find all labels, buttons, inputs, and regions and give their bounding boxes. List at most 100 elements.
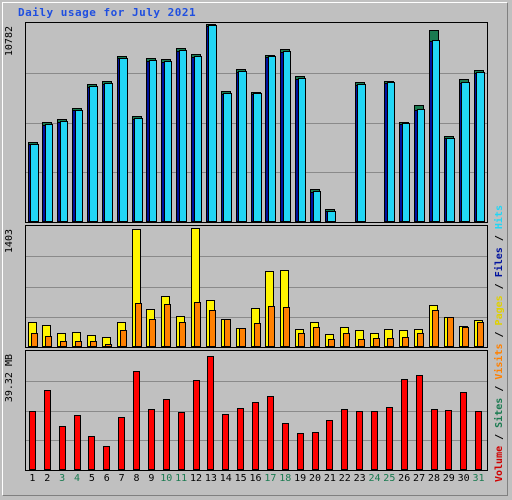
bar-group-day-20 bbox=[309, 23, 324, 222]
bar-group-day-6 bbox=[100, 351, 115, 470]
bar-group-day-1 bbox=[26, 351, 41, 470]
bar-group-day-5 bbox=[85, 226, 100, 347]
bar-group-day-28 bbox=[428, 226, 443, 347]
bar-group-day-27 bbox=[413, 23, 428, 222]
bar-group-day-18 bbox=[279, 226, 294, 347]
legend-item-hits: Hits bbox=[494, 205, 505, 230]
bar-volume-day-16 bbox=[252, 402, 260, 470]
bar-volume-day-25 bbox=[385, 407, 393, 470]
x-axis-day-22: 22 bbox=[338, 473, 351, 484]
legend-item-files: Files bbox=[494, 247, 505, 278]
x-axis-day-14: 14 bbox=[219, 473, 232, 484]
bar-volume-day-3 bbox=[58, 426, 66, 470]
bar-group-day-14 bbox=[219, 226, 234, 347]
bar-hits-day-9 bbox=[148, 60, 158, 222]
bar-group-day-7 bbox=[115, 351, 130, 470]
bar-group-day-12 bbox=[190, 351, 205, 470]
bar-group-day-14 bbox=[219, 23, 234, 222]
bar-group-day-8 bbox=[130, 351, 145, 470]
bar-visits-day-26 bbox=[402, 337, 410, 347]
bar-group-day-4 bbox=[71, 226, 86, 347]
x-axis-day-7: 7 bbox=[118, 473, 125, 484]
legend-item-pages: Pages bbox=[494, 295, 505, 326]
x-axis-day-23: 23 bbox=[353, 473, 366, 484]
legend-sep: / bbox=[494, 427, 505, 446]
bar-group-day-23 bbox=[353, 226, 368, 347]
x-axis-day-9: 9 bbox=[148, 473, 155, 484]
bar-hits-day-31 bbox=[476, 72, 485, 222]
bar-group-day-2 bbox=[41, 351, 56, 470]
bar-group-day-19 bbox=[294, 351, 309, 470]
bar-visits-day-14 bbox=[223, 319, 231, 347]
bar-group-day-5 bbox=[85, 351, 100, 470]
bar-group-day-13 bbox=[204, 23, 219, 222]
bar-group-day-26 bbox=[398, 23, 413, 222]
bar-group-day-29 bbox=[442, 226, 457, 347]
x-axis-day-30: 30 bbox=[457, 473, 470, 484]
bar-group-day-23 bbox=[353, 23, 368, 222]
legend-item-visits: Visits bbox=[494, 343, 505, 380]
x-axis-day-27: 27 bbox=[413, 473, 426, 484]
bar-group-day-16 bbox=[249, 351, 264, 470]
bar-volume-day-11 bbox=[177, 412, 185, 470]
bar-group-day-18 bbox=[279, 351, 294, 470]
legend-sep: / bbox=[494, 379, 505, 398]
bar-volume-day-26 bbox=[400, 379, 408, 470]
bar-hits-day-2 bbox=[44, 124, 54, 222]
bar-visits-day-11 bbox=[179, 322, 187, 347]
bar-hits-day-3 bbox=[59, 121, 69, 222]
bar-group-day-16 bbox=[249, 23, 264, 222]
bar-group-day-21 bbox=[323, 226, 338, 347]
x-axis-day-5: 5 bbox=[88, 473, 95, 484]
bar-visits-day-16 bbox=[253, 323, 261, 347]
bar-group-day-10 bbox=[160, 351, 175, 470]
x-axis-day-15: 15 bbox=[234, 473, 247, 484]
bar-group-day-29 bbox=[442, 23, 457, 222]
bar-visits-day-2 bbox=[45, 336, 53, 347]
bar-group-day-25 bbox=[383, 351, 398, 470]
y-axis-label-volume: 39.32 MB bbox=[4, 354, 15, 403]
bar-visits-day-15 bbox=[238, 328, 246, 347]
bar-hits-day-17 bbox=[267, 56, 277, 222]
x-axis-day-11: 11 bbox=[175, 473, 188, 484]
bar-group-day-3 bbox=[56, 351, 71, 470]
bar-visits-day-6 bbox=[104, 344, 112, 347]
legend-sep: / bbox=[494, 229, 505, 248]
chart-panel-volume bbox=[25, 350, 488, 471]
bar-visits-day-30 bbox=[461, 327, 469, 347]
bar-volume-day-30 bbox=[460, 392, 468, 470]
bar-hits-day-15 bbox=[238, 71, 247, 222]
x-axis-day-26: 26 bbox=[398, 473, 411, 484]
bar-group-day-2 bbox=[41, 226, 56, 347]
bar-volume-day-23 bbox=[356, 411, 364, 470]
bar-group-day-15 bbox=[234, 23, 249, 222]
bar-group-day-31 bbox=[472, 226, 487, 347]
bar-hits-day-11 bbox=[178, 50, 188, 222]
bar-group-day-31 bbox=[472, 23, 487, 222]
bar-visits-day-19 bbox=[298, 333, 306, 347]
bar-group-day-8 bbox=[130, 23, 145, 222]
bar-group-day-4 bbox=[71, 23, 86, 222]
legend-sep: / bbox=[494, 325, 505, 344]
bar-hits-day-29 bbox=[446, 138, 455, 222]
x-axis-day-16: 16 bbox=[249, 473, 262, 484]
bar-group-day-13 bbox=[204, 351, 219, 470]
bar-visits-day-3 bbox=[60, 341, 68, 347]
x-axis-day-18: 18 bbox=[279, 473, 292, 484]
x-axis-day-13: 13 bbox=[204, 473, 217, 484]
bar-visits-day-7 bbox=[119, 330, 127, 347]
bar-visits-day-24 bbox=[372, 338, 380, 347]
bar-visits-day-20 bbox=[313, 327, 321, 347]
x-axis-day-19: 19 bbox=[294, 473, 307, 484]
bar-group-day-28 bbox=[428, 351, 443, 470]
x-axis-day-21: 21 bbox=[323, 473, 336, 484]
bar-volume-day-31 bbox=[475, 411, 483, 470]
bar-hits-day-27 bbox=[416, 109, 426, 222]
bar-volume-day-1 bbox=[29, 411, 36, 470]
bar-group-day-31 bbox=[472, 351, 487, 470]
bar-group-day-20 bbox=[309, 351, 324, 470]
bar-volume-day-22 bbox=[341, 409, 349, 470]
bar-volume-day-12 bbox=[192, 380, 200, 470]
x-axis-day-labels: 1 2 3 4 5 6 7 8 9 10 11 12 13 14 15 16 17 18 19 20 21 22 23 24 2… bbox=[25, 473, 488, 495]
webalizer-daily-usage-graph: Daily usage for July 2021 10782 1403 39.… bbox=[0, 0, 512, 500]
